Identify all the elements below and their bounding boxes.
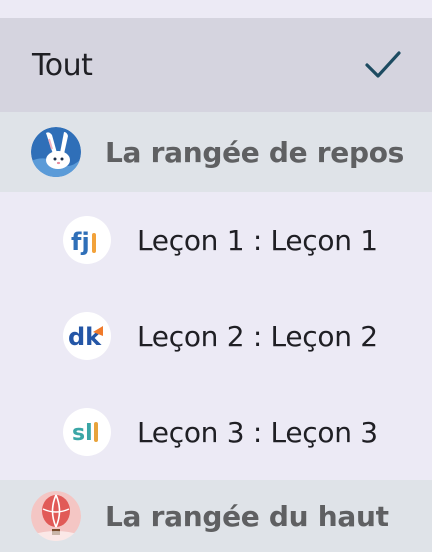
checkmark-icon (365, 51, 401, 78)
fj-logo-svg: fj (71, 228, 96, 256)
menu-top-spacer (0, 0, 432, 18)
lesson-label: Leçon 1 : Leçon 1 (137, 223, 378, 257)
group-label: La rangée du haut (105, 499, 389, 533)
sl-badge-text: sl (72, 421, 93, 446)
fj-badge-text: fj (71, 228, 90, 256)
group-header-rest-row: La rangée de repos (0, 112, 432, 192)
hot-air-balloon-avatar-icon (31, 491, 81, 541)
lesson-item-3[interactable]: sl Leçon 3 : Leçon 3 (0, 384, 432, 480)
lesson-item-1[interactable]: fj Leçon 1 : Leçon 1 (0, 192, 432, 288)
lesson-item-2[interactable]: dk Leçon 2 : Leçon 2 (0, 288, 432, 384)
dk-logo-svg: dk (68, 323, 103, 351)
menu-item-all[interactable]: Tout (0, 18, 432, 112)
sl-badge-icon: sl (63, 408, 111, 456)
lesson-menu: Tout La rangée de repos fj Leçon 1: Leç… (0, 0, 432, 552)
group-header-top-row: La rangée du haut (0, 480, 432, 552)
group-label: La rangée de repos (105, 135, 405, 169)
menu-item-all-label: Tout (32, 47, 93, 83)
dk-badge-icon: dk (63, 312, 111, 360)
rabbit-avatar-icon (31, 127, 81, 177)
fj-badge-icon: fj (63, 216, 111, 264)
lesson-label: Leçon 2 : Leçon 2 (137, 319, 378, 353)
sl-logo-svg: sl (72, 421, 98, 446)
dk-badge-text: dk (68, 323, 102, 351)
lesson-label: Leçon 3 : Leçon 3 (137, 415, 378, 449)
